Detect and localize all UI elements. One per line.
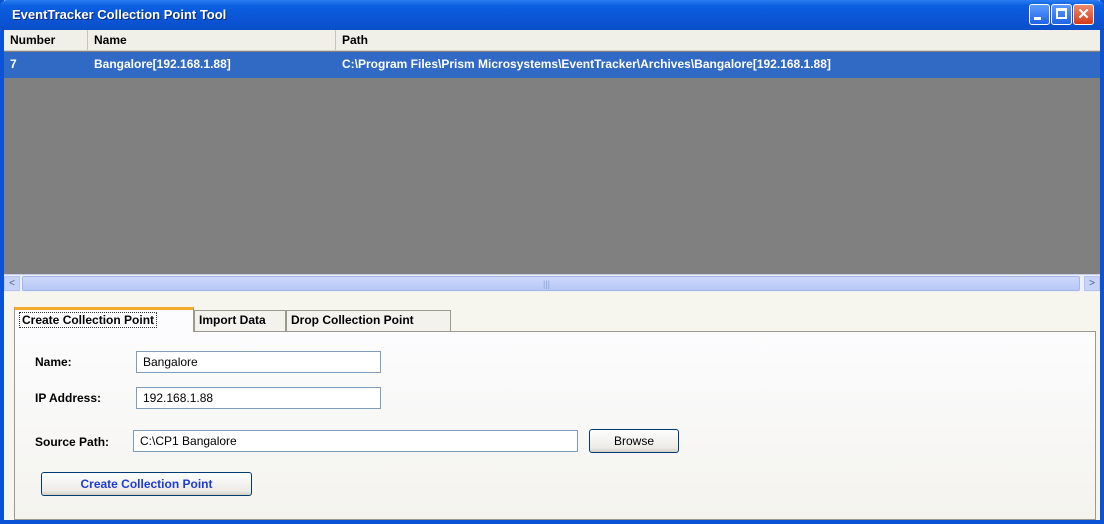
window-title: EventTracker Collection Point Tool <box>12 7 227 22</box>
minimize-icon <box>1034 17 1041 20</box>
cell-name: Bangalore[192.168.1.88] <box>94 57 231 71</box>
create-collection-point-panel: Name: IP Address: Source Path: Browse Cr… <box>14 331 1096 520</box>
close-button[interactable]: ✕ <box>1073 4 1094 25</box>
ip-address-field[interactable] <box>136 387 381 409</box>
list-header: Number Name Path <box>4 30 1100 51</box>
table-row[interactable]: 7 Bangalore[192.168.1.88] C:\Program Fil… <box>4 52 1100 78</box>
horizontal-scrollbar[interactable]: < ||| > <box>4 274 1100 292</box>
column-header-name[interactable]: Name <box>88 30 336 50</box>
cell-number: 7 <box>10 57 17 71</box>
source-path-field[interactable] <box>133 430 578 452</box>
collection-point-list[interactable]: Number Name Path 7 Bangalore[192.168.1.8… <box>4 30 1100 292</box>
ip-address-label: IP Address: <box>35 391 102 405</box>
scroll-right-icon[interactable]: > <box>1084 276 1100 291</box>
maximize-button[interactable] <box>1051 4 1072 25</box>
app-window: EventTracker Collection Point Tool ✕ Num… <box>0 0 1104 524</box>
create-collection-point-button[interactable]: Create Collection Point <box>41 472 252 496</box>
name-field[interactable] <box>136 351 381 373</box>
tab-create-collection-point[interactable]: Create Collection Point <box>14 307 194 332</box>
scroll-left-icon[interactable]: < <box>4 276 20 291</box>
name-label: Name: <box>35 355 72 369</box>
tab-import-data[interactable]: Import Data <box>194 310 286 331</box>
scrollbar-thumb[interactable]: ||| <box>22 276 1080 291</box>
close-icon: ✕ <box>1077 6 1090 23</box>
source-path-label: Source Path: <box>35 435 110 449</box>
browse-button[interactable]: Browse <box>589 429 679 453</box>
tab-drop-collection-point[interactable]: Drop Collection Point <box>286 310 451 331</box>
cell-path: C:\Program Files\Prism Microsystems\Even… <box>342 57 831 71</box>
minimize-button[interactable] <box>1029 4 1050 25</box>
title-bar[interactable]: EventTracker Collection Point Tool ✕ <box>0 0 1104 30</box>
tab-label: Create Collection Point <box>19 312 158 328</box>
column-header-path[interactable]: Path <box>336 30 1100 50</box>
maximize-icon <box>1056 8 1067 19</box>
grip-icon: ||| <box>543 279 551 289</box>
column-header-number[interactable]: Number <box>4 30 88 50</box>
